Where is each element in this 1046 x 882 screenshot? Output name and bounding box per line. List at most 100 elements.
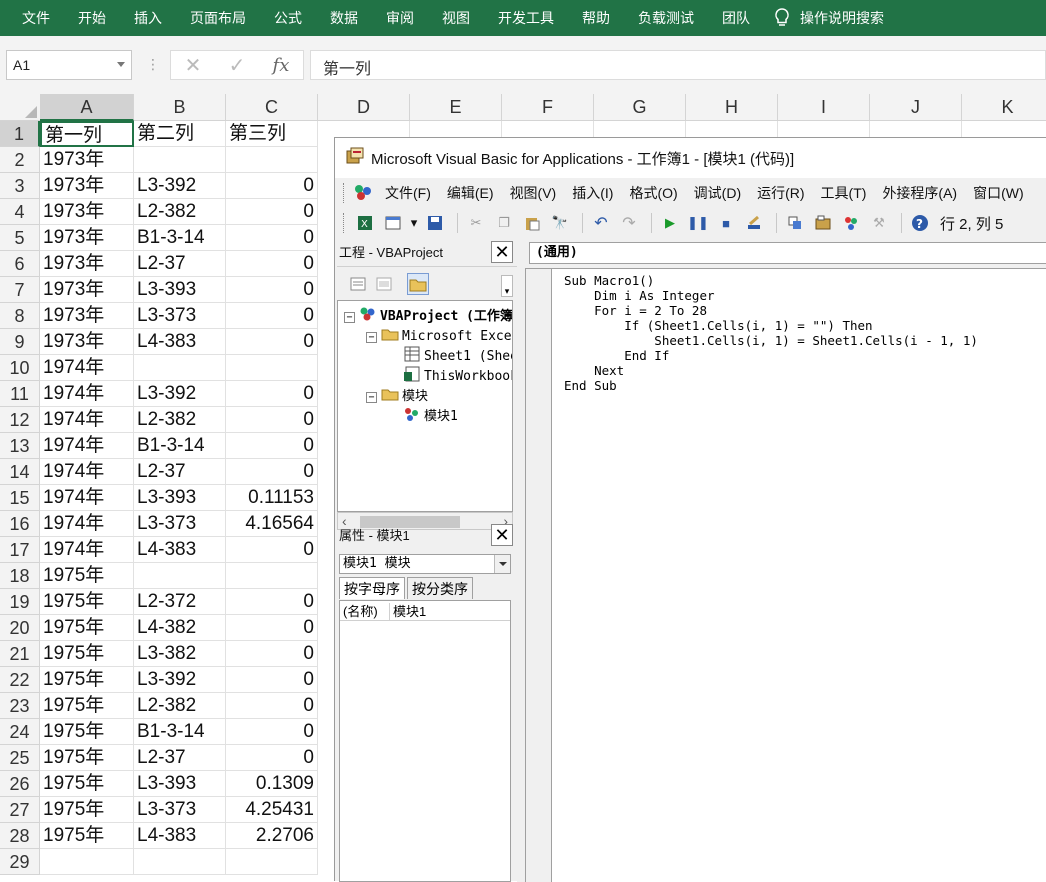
- help-icon[interactable]: ?: [908, 212, 932, 234]
- ribbon-tab[interactable]: 插入: [120, 8, 176, 28]
- row-header[interactable]: 16: [0, 511, 40, 537]
- project-tree-node[interactable]: ThisWorkbook: [388, 366, 512, 387]
- ribbon-tab[interactable]: 团队: [708, 8, 764, 28]
- project-tree-node[interactable]: Sheet1 (Sheet1): [388, 346, 512, 367]
- project-explorer-icon[interactable]: [783, 212, 807, 234]
- view-code-icon[interactable]: [347, 273, 369, 295]
- ribbon-tab[interactable]: 数据: [316, 8, 372, 28]
- toolbar-grip[interactable]: [343, 183, 347, 203]
- vba-menu-item[interactable]: 调试(D): [686, 183, 749, 203]
- check-icon[interactable]: ✓: [229, 53, 246, 78]
- paste-icon[interactable]: [520, 212, 544, 234]
- lightbulb-icon[interactable]: [774, 7, 790, 29]
- cell-b[interactable]: L3-382: [134, 641, 226, 667]
- cut-icon[interactable]: ✂: [464, 212, 488, 234]
- row-header[interactable]: 2: [0, 147, 40, 173]
- cell-b[interactable]: L3-392: [134, 667, 226, 693]
- cell-c[interactable]: 0: [226, 225, 318, 251]
- collapse-icon[interactable]: −: [366, 391, 377, 403]
- cell-a[interactable]: 1974年: [40, 433, 134, 459]
- cell-a[interactable]: 1974年: [40, 381, 134, 407]
- cancel-icon[interactable]: ✕: [185, 53, 202, 78]
- cell-b[interactable]: L2-382: [134, 693, 226, 719]
- scroll-down-icon[interactable]: ▾: [501, 275, 513, 297]
- cell-c[interactable]: [226, 355, 318, 381]
- code-line[interactable]: End If: [564, 348, 978, 363]
- cell-c[interactable]: 0: [226, 667, 318, 693]
- row-header[interactable]: 3: [0, 173, 40, 199]
- save-icon[interactable]: [423, 212, 447, 234]
- cell-b[interactable]: [134, 147, 226, 173]
- select-all-corner[interactable]: [0, 94, 40, 121]
- row-header[interactable]: 8: [0, 303, 40, 329]
- cell-b[interactable]: L4-382: [134, 615, 226, 641]
- row-header[interactable]: 23: [0, 693, 40, 719]
- row-header[interactable]: 25: [0, 745, 40, 771]
- cell-a[interactable]: 1975年: [40, 771, 134, 797]
- cell-a[interactable]: 1973年: [40, 173, 134, 199]
- vba-menu-item[interactable]: 编辑(E): [439, 183, 502, 203]
- cell-c[interactable]: 0: [226, 303, 318, 329]
- ribbon-tab[interactable]: 开始: [64, 8, 120, 28]
- column-header-a[interactable]: A: [40, 94, 134, 121]
- undo-icon[interactable]: ↶: [589, 212, 613, 234]
- column-header-f[interactable]: F: [502, 94, 594, 121]
- project-tree-node[interactable]: 模块1: [388, 407, 458, 427]
- row-header[interactable]: 22: [0, 667, 40, 693]
- cell-a[interactable]: 1975年: [40, 693, 134, 719]
- collapse-icon[interactable]: −: [344, 311, 355, 323]
- column-header-e[interactable]: E: [410, 94, 502, 121]
- cell-b[interactable]: L2-372: [134, 589, 226, 615]
- row-header[interactable]: 5: [0, 225, 40, 251]
- code-object-select[interactable]: (通用): [529, 242, 1046, 264]
- code-line[interactable]: End Sub: [564, 378, 978, 393]
- cell-b[interactable]: L2-37: [134, 459, 226, 485]
- formula-input[interactable]: 第一列: [310, 50, 1046, 80]
- cell-a[interactable]: [40, 849, 134, 875]
- properties-object-select[interactable]: 模块1 模块: [339, 554, 511, 574]
- properties-window-icon[interactable]: [811, 212, 835, 234]
- cell-b[interactable]: L2-382: [134, 407, 226, 433]
- cell-c[interactable]: 0: [226, 251, 318, 277]
- cell-a[interactable]: 1975年: [40, 719, 134, 745]
- ribbon-tab[interactable]: 视图: [428, 8, 484, 28]
- row-header[interactable]: 1: [0, 121, 40, 147]
- property-value[interactable]: 模块1: [390, 603, 426, 620]
- property-row[interactable]: (名称) 模块1: [340, 603, 510, 621]
- cell-a[interactable]: 第一列: [40, 121, 134, 147]
- row-header[interactable]: 20: [0, 615, 40, 641]
- cell-c[interactable]: 0: [226, 459, 318, 485]
- ribbon-tab[interactable]: 开发工具: [484, 8, 568, 28]
- redo-icon[interactable]: ↷: [617, 212, 641, 234]
- cell-c[interactable]: 0: [226, 745, 318, 771]
- object-browser-icon[interactable]: [839, 212, 863, 234]
- cell-a[interactable]: 1974年: [40, 537, 134, 563]
- toolbar-grip[interactable]: [343, 213, 347, 233]
- row-header[interactable]: 10: [0, 355, 40, 381]
- cell-b[interactable]: L3-373: [134, 797, 226, 823]
- column-header-i[interactable]: I: [778, 94, 870, 121]
- row-header[interactable]: 4: [0, 199, 40, 225]
- column-header-c[interactable]: C: [226, 94, 318, 121]
- cell-a[interactable]: 1975年: [40, 797, 134, 823]
- cell-c[interactable]: 0: [226, 589, 318, 615]
- column-header-j[interactable]: J: [870, 94, 962, 121]
- vba-menu-item[interactable]: 格式(O): [621, 183, 685, 203]
- cell-c[interactable]: 0: [226, 615, 318, 641]
- cell-a[interactable]: 1975年: [40, 589, 134, 615]
- tab-alphabetic[interactable]: 按字母序: [339, 577, 405, 599]
- code-line[interactable]: Dim i As Integer: [564, 288, 978, 303]
- cell-b[interactable]: L2-37: [134, 251, 226, 277]
- cell-b[interactable]: L3-393: [134, 277, 226, 303]
- vba-menu-item[interactable]: 窗口(W): [965, 183, 1032, 203]
- row-header[interactable]: 17: [0, 537, 40, 563]
- close-icon[interactable]: ✕: [491, 524, 513, 546]
- cell-c[interactable]: 0: [226, 381, 318, 407]
- row-header[interactable]: 19: [0, 589, 40, 615]
- row-header[interactable]: 18: [0, 563, 40, 589]
- name-box[interactable]: A1: [6, 50, 132, 80]
- cell-b[interactable]: L3-393: [134, 485, 226, 511]
- cell-a[interactable]: 1975年: [40, 667, 134, 693]
- cell-b[interactable]: B1-3-14: [134, 719, 226, 745]
- insert-userform-icon[interactable]: [381, 212, 405, 234]
